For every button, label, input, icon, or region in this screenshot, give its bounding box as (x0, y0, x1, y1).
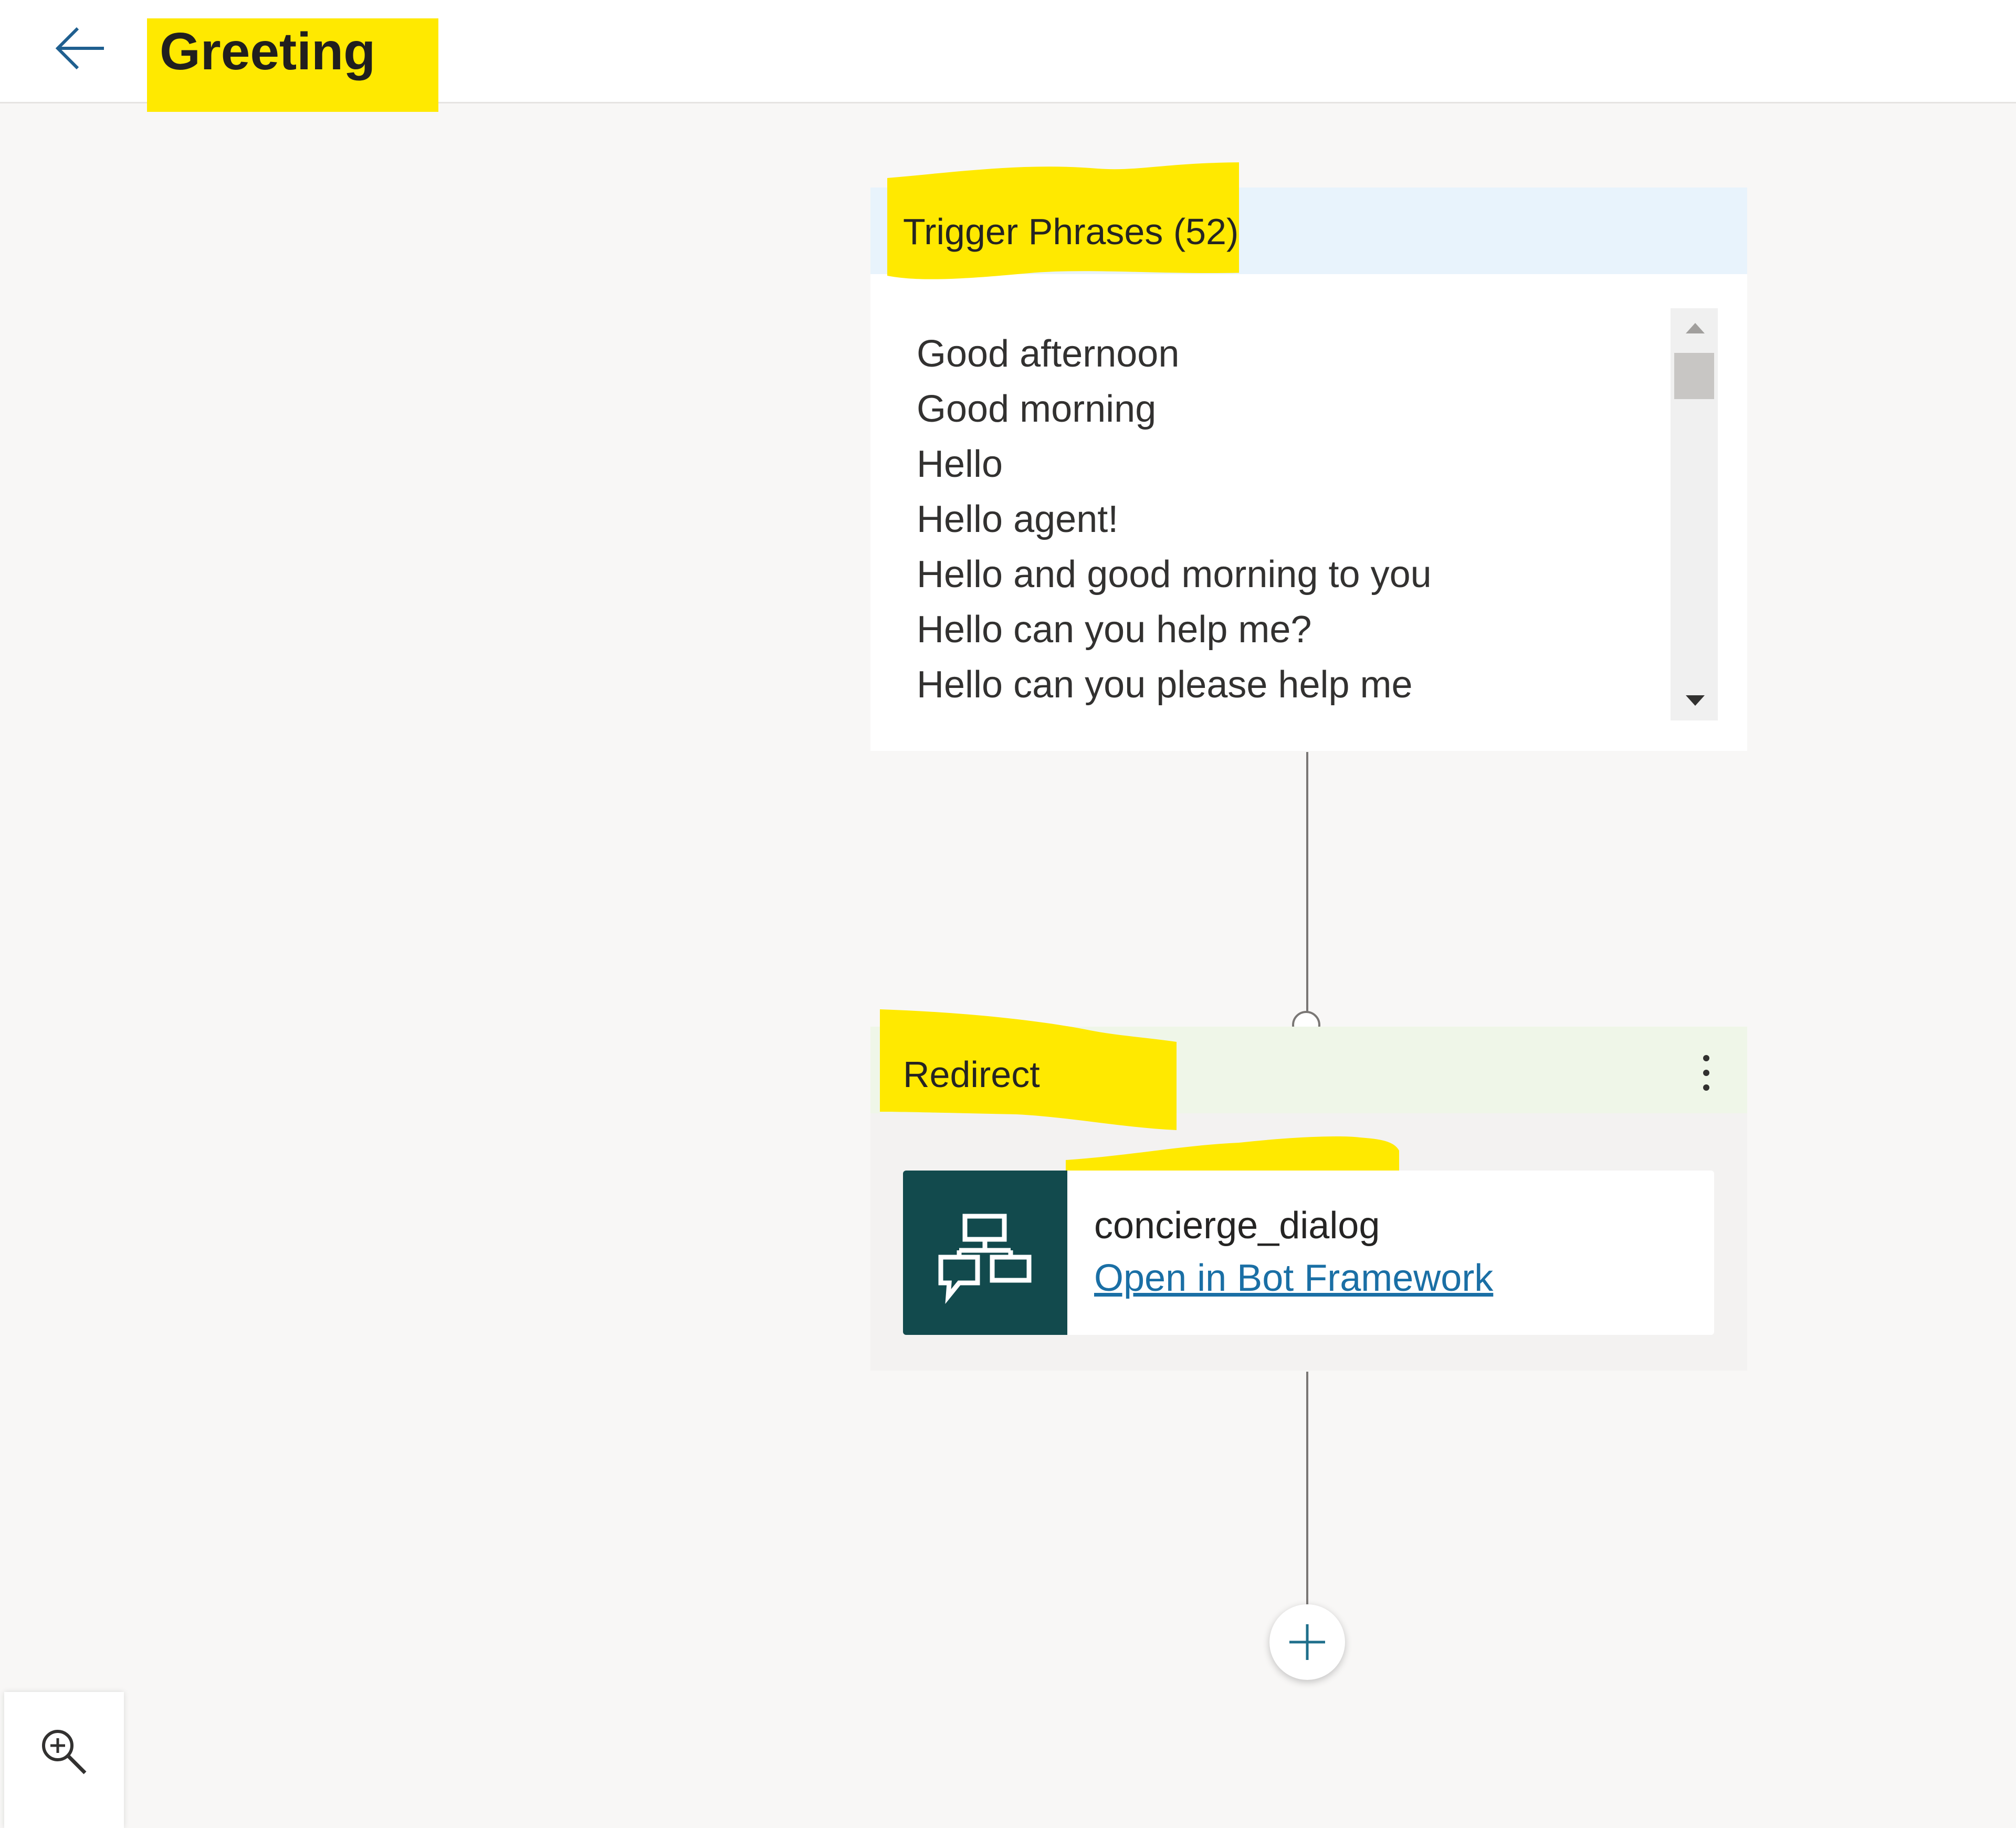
list-item: Good morning (917, 388, 1157, 430)
list-item: Hello can you help me? (917, 609, 1312, 651)
page-title: Greeting (160, 22, 376, 81)
redirect-node-card[interactable]: Redirect concierge_dialog Open in Bot Fr… (870, 1009, 1747, 1371)
dialog-name: concierge_dialog (1094, 1205, 1380, 1247)
scroll-thumb[interactable] (1674, 353, 1714, 399)
dialog-flow-icon (938, 1214, 1032, 1304)
zoom-in-button[interactable] (4, 1692, 124, 1828)
arrow-left-icon (55, 27, 104, 70)
more-vertical-icon-dot (1703, 1084, 1709, 1091)
more-vertical-icon-dot (1703, 1070, 1709, 1076)
back-button[interactable] (52, 21, 110, 79)
add-node-button[interactable] (1269, 1604, 1345, 1680)
more-vertical-icon (1703, 1055, 1709, 1061)
phrase-list-scrollbar[interactable] (1671, 308, 1718, 720)
connector-line (1306, 1372, 1308, 1605)
redirect-title: Redirect (903, 1054, 1040, 1095)
list-item: Hello and good morning to you (917, 553, 1432, 596)
scroll-up-arrow-icon[interactable] (1686, 323, 1705, 333)
trigger-phrases-card[interactable]: Trigger Phrases (52) Good afternoon Good… (870, 162, 1747, 751)
trigger-phrases-title: Trigger Phrases (52) (903, 211, 1239, 252)
plus-icon (1289, 1624, 1325, 1660)
list-item: Hello agent! (917, 498, 1119, 540)
connector-line (1306, 752, 1308, 1012)
more-options-button[interactable] (1696, 1052, 1717, 1094)
scroll-down-arrow-icon[interactable] (1686, 695, 1705, 706)
open-in-bot-framework-link[interactable]: Open in Bot Framework (1094, 1255, 1493, 1302)
top-bar: Greeting (0, 0, 2016, 112)
list-item: Hello can you please help me (917, 664, 1413, 706)
dialog-icon-tile (903, 1171, 1067, 1335)
list-item: Good afternoon (917, 333, 1180, 375)
zoom-in-icon (42, 1730, 87, 1774)
list-item: Hello (917, 443, 1003, 485)
redirect-dialog-box[interactable]: concierge_dialog Open in Bot Framework (903, 1171, 1714, 1335)
trigger-phrase-list: Good afternoon Good morning Hello Hello … (917, 327, 1678, 713)
